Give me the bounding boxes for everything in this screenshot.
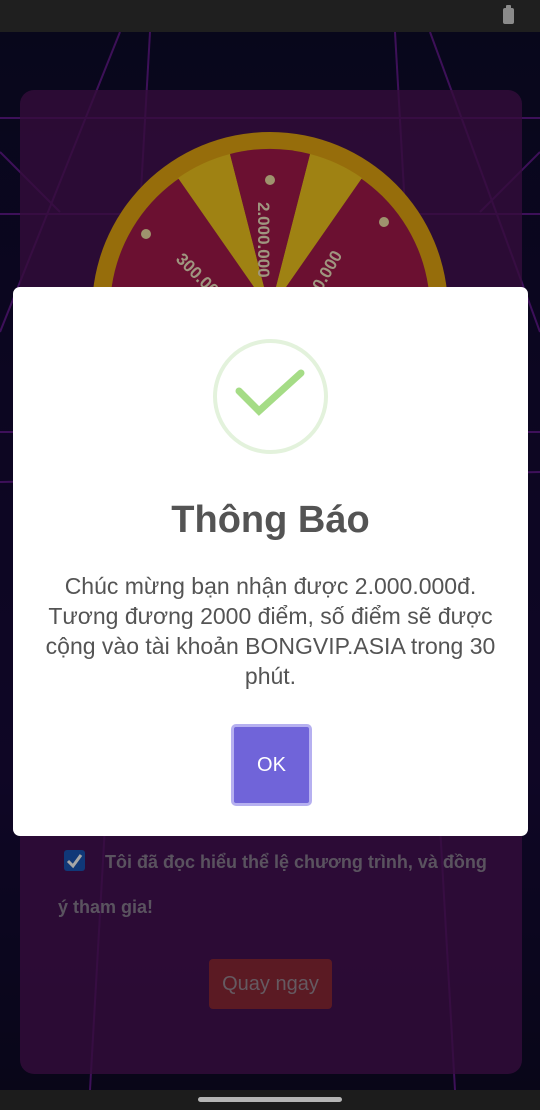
- home-indicator[interactable]: [198, 1097, 342, 1102]
- navigation-bar: [0, 1090, 540, 1110]
- ok-button[interactable]: OK: [231, 724, 312, 806]
- notification-dialog: Thông Báo Chúc mừng bạn nhận được 2.000.…: [13, 287, 528, 836]
- status-bar: [0, 0, 540, 32]
- dialog-title: Thông Báo: [171, 499, 370, 541]
- battery-icon: [503, 5, 514, 24]
- dialog-message: Chúc mừng bạn nhận được 2.000.000đ. Tươn…: [45, 573, 496, 689]
- checkmark-icon: [213, 339, 328, 454]
